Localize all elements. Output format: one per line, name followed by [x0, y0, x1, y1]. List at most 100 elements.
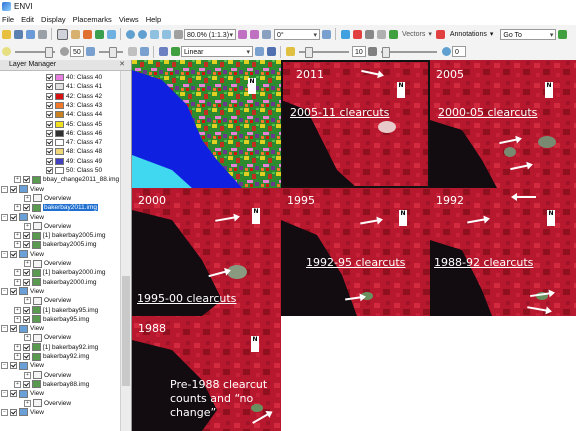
- stretch-icon[interactable]: [170, 47, 180, 56]
- tree-view-node[interactable]: − View: [1, 287, 44, 296]
- tree-view-node[interactable]: − View: [1, 213, 44, 222]
- tree-layer-node[interactable]: + [1] bakerbay92.img: [14, 343, 98, 352]
- expand-icon[interactable]: +: [14, 241, 21, 249]
- goto-arrow-icon[interactable]: [557, 29, 567, 39]
- layer-checkbox[interactable]: [10, 408, 17, 416]
- zoom-fixed-in-icon[interactable]: [149, 29, 159, 39]
- rotate-right-icon[interactable]: [249, 29, 259, 39]
- layer-checkbox[interactable]: [23, 343, 30, 351]
- class-checkbox[interactable]: [46, 83, 53, 91]
- vectors-icon[interactable]: [388, 29, 398, 39]
- expand-icon[interactable]: +: [24, 194, 31, 202]
- layer-checkbox[interactable]: [10, 213, 17, 221]
- tree-layer-node[interactable]: + [1] bakerbay2005.img: [14, 231, 106, 240]
- brightness-slider[interactable]: [15, 46, 55, 58]
- class-checkbox[interactable]: [46, 74, 53, 81]
- expand-icon[interactable]: +: [14, 269, 21, 277]
- stretch-type-select[interactable]: Linear: [181, 46, 253, 58]
- fit-window-icon[interactable]: [173, 29, 183, 39]
- tree-layer-node[interactable]: + Overview: [24, 371, 71, 380]
- class-item[interactable]: 40: Class 40: [46, 73, 102, 82]
- zoom-in-icon[interactable]: [125, 29, 135, 39]
- crosshair-icon[interactable]: [106, 29, 116, 39]
- vectors-label[interactable]: Vectors: [402, 31, 425, 38]
- refresh-icon[interactable]: [321, 29, 331, 39]
- rotate-icon[interactable]: [94, 29, 104, 39]
- layer-checkbox[interactable]: [23, 204, 30, 212]
- expand-icon[interactable]: +: [14, 343, 21, 351]
- layer-checkbox[interactable]: [10, 325, 17, 333]
- vector-tool-icon[interactable]: [340, 29, 350, 39]
- annotations-chevron-down-icon[interactable]: ▾: [490, 30, 494, 38]
- layer-checkbox[interactable]: [23, 278, 30, 286]
- expand-icon[interactable]: +: [14, 380, 21, 388]
- menu-placemarks[interactable]: Placemarks: [73, 15, 112, 24]
- class-checkbox[interactable]: [46, 157, 53, 165]
- expand-icon[interactable]: +: [14, 278, 21, 286]
- zoom-fixed-out-icon[interactable]: [161, 29, 171, 39]
- histogram-icon[interactable]: [158, 47, 168, 56]
- tree-layer-node[interactable]: + bakerbay2005.img: [14, 240, 96, 249]
- expand-icon[interactable]: +: [14, 204, 21, 212]
- expand-icon[interactable]: +: [24, 399, 31, 407]
- tree-layer-node[interactable]: + Overview: [24, 259, 71, 268]
- chip-icon[interactable]: [266, 47, 276, 56]
- vertex-icon[interactable]: [376, 29, 386, 39]
- expand-icon[interactable]: −: [1, 287, 8, 295]
- menu-edit[interactable]: Edit: [21, 15, 34, 24]
- pan-hand-icon[interactable]: [70, 29, 80, 39]
- open-folder-icon[interactable]: [1, 29, 11, 39]
- layer-checkbox[interactable]: [10, 250, 17, 258]
- class-checkbox[interactable]: [46, 120, 53, 128]
- apply-stretch-icon[interactable]: [254, 47, 264, 56]
- layer-checkbox[interactable]: [23, 306, 30, 314]
- tree-layer-node[interactable]: + Overview: [24, 333, 71, 342]
- layers-icon[interactable]: [37, 29, 47, 39]
- annotations-label[interactable]: Annotations: [450, 31, 487, 38]
- contrast-slider[interactable]: [99, 46, 123, 58]
- expand-icon[interactable]: −: [1, 213, 8, 221]
- tree-layer-node[interactable]: + Overview: [24, 194, 71, 203]
- class-item[interactable]: 47: Class 47: [46, 138, 102, 147]
- layer-checkbox[interactable]: [23, 315, 30, 323]
- menu-views[interactable]: Views: [119, 15, 139, 24]
- expand-icon[interactable]: −: [1, 250, 8, 258]
- layer-checkbox[interactable]: [10, 390, 17, 398]
- layer-checkbox[interactable]: [10, 362, 17, 370]
- tree-layer-node[interactable]: + Overview: [24, 222, 71, 231]
- refresh-display-icon[interactable]: [139, 47, 149, 56]
- tree-view-node[interactable]: − View: [1, 361, 44, 370]
- tree-layer-node[interactable]: + bbay_change2011_88.img: [14, 175, 119, 184]
- layer-checkbox[interactable]: [23, 176, 30, 184]
- class-checkbox[interactable]: [46, 167, 53, 174]
- class-item[interactable]: 46: Class 46: [46, 129, 102, 138]
- class-item[interactable]: 42: Class 42: [46, 92, 102, 101]
- layer-checkbox[interactable]: [10, 185, 17, 193]
- class-checkbox[interactable]: [46, 129, 53, 137]
- reset-icon[interactable]: [85, 47, 95, 56]
- class-item[interactable]: 50: Class 50: [46, 166, 102, 175]
- class-item[interactable]: 44: Class 44: [46, 110, 102, 119]
- tree-view-node[interactable]: − View: [1, 389, 44, 398]
- class-item[interactable]: 48: Class 48: [46, 147, 102, 156]
- class-item[interactable]: 45: Class 45: [46, 120, 102, 129]
- class-item[interactable]: 49: Class 49: [46, 157, 102, 166]
- tree-view-node[interactable]: − View: [1, 185, 44, 194]
- class-checkbox[interactable]: [46, 92, 53, 100]
- tree-layer-node[interactable]: + Overview: [24, 296, 71, 305]
- expand-icon[interactable]: −: [1, 408, 8, 416]
- rotate-left-icon[interactable]: [237, 29, 247, 39]
- class-checkbox[interactable]: [46, 101, 53, 109]
- class-item[interactable]: 43: Class 43: [46, 101, 102, 110]
- annotation-pen-icon[interactable]: [352, 29, 362, 39]
- expand-icon[interactable]: −: [1, 362, 8, 370]
- annotations-icon[interactable]: [436, 29, 446, 39]
- tree-layer-node[interactable]: + bakerbay92.img: [14, 352, 89, 361]
- select-cursor-icon[interactable]: [56, 28, 68, 40]
- tree-layer-node[interactable]: + bakerbay2011.img: [14, 203, 98, 212]
- layer-checkbox[interactable]: [10, 287, 17, 295]
- expand-icon[interactable]: −: [1, 390, 8, 398]
- expand-icon[interactable]: +: [14, 315, 21, 323]
- layer-checkbox[interactable]: [23, 232, 30, 240]
- menu-file[interactable]: File: [2, 15, 14, 24]
